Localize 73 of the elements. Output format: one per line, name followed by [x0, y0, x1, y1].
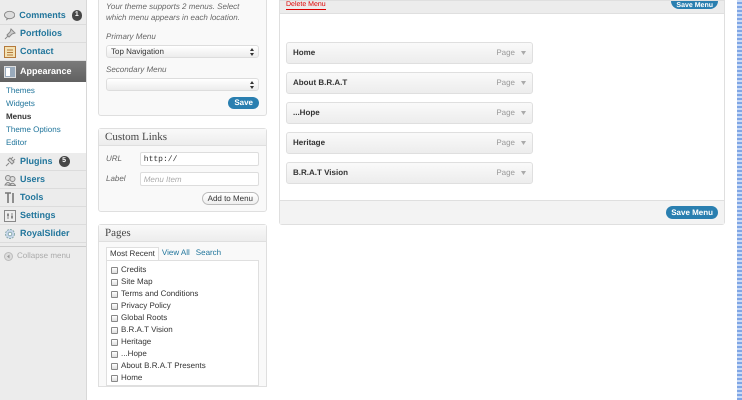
item-type: Page: [496, 77, 515, 89]
page-label: Home: [121, 372, 142, 384]
locations-note: Your theme supports 2 menus. Select which menu appears in each location.: [106, 1, 241, 23]
appearance-icon: [4, 66, 16, 78]
users-icon: [4, 174, 16, 186]
item-type: Page: [496, 167, 515, 179]
select-arrows-icon: [250, 80, 254, 88]
page-label: Heritage: [121, 336, 152, 348]
submenu-link[interactable]: Themes: [0, 85, 86, 98]
save-button[interactable]: Save: [228, 97, 259, 109]
form-icon: [4, 46, 16, 58]
pages-tab[interactable]: Search: [192, 247, 224, 260]
save-menu-button[interactable]: Save Menu: [666, 206, 718, 219]
dropdown-arrow-icon[interactable]: [521, 111, 526, 115]
item-type: Page: [496, 107, 515, 119]
sidebar-item[interactable]: Settings: [0, 207, 86, 225]
checkbox[interactable]: [111, 314, 118, 322]
submenu-link[interactable]: Menus: [0, 111, 86, 124]
page-label: Terms and Conditions: [121, 288, 198, 300]
speech-bubble-icon: [4, 10, 16, 21]
dropdown-arrow-icon[interactable]: [521, 51, 526, 55]
menu-item-bar[interactable]: B.R.A.T Vision Page: [286, 162, 533, 184]
panel-title: Pages: [99, 225, 266, 242]
page-label: B.R.A.T Vision: [121, 324, 173, 336]
menu-item-bar[interactable]: Home Page: [286, 42, 533, 64]
submenu-link[interactable]: Widgets: [0, 98, 86, 111]
page-label: Privacy Policy: [121, 300, 171, 312]
dropdown-arrow-icon[interactable]: [521, 141, 526, 145]
field-label: Label: [106, 173, 127, 185]
checkbox[interactable]: [111, 278, 118, 286]
panel-title: Custom Links: [99, 129, 266, 146]
checkbox[interactable]: [111, 290, 118, 298]
gear-icon: [4, 228, 16, 240]
checkbox[interactable]: [111, 326, 118, 334]
checkbox[interactable]: [111, 338, 118, 346]
sidebar-item[interactable]: RoyalSlider: [0, 225, 86, 243]
submenu-link[interactable]: Editor: [0, 137, 86, 150]
settings-icon: [4, 210, 16, 222]
dropdown-arrow-icon[interactable]: [521, 171, 526, 175]
page-label: Site Map: [121, 276, 153, 288]
menu-select[interactable]: Top Navigation: [106, 45, 259, 58]
checkbox[interactable]: [111, 362, 118, 370]
checkbox[interactable]: [111, 302, 118, 310]
add-to-menu-button[interactable]: Add to Menu: [202, 192, 259, 205]
page-label: ...Hope: [121, 348, 147, 360]
label-field[interactable]: Menu Item: [140, 172, 259, 186]
pages-tab[interactable]: View All: [158, 247, 193, 260]
checkbox[interactable]: [111, 266, 118, 274]
sidebar-item[interactable]: Users: [0, 171, 86, 189]
sidebar-item[interactable]: Portfolios: [0, 25, 86, 43]
select-arrows-icon: [250, 48, 254, 56]
pushpin-icon: [4, 28, 16, 40]
page-label: About B.R.A.T Presents: [121, 360, 206, 372]
field-label: Secondary Menu: [106, 64, 168, 76]
url-field[interactable]: http://: [140, 152, 259, 166]
field-label: URL: [106, 153, 124, 165]
field-label: Primary Menu: [106, 31, 157, 43]
page-label: Credits: [121, 264, 146, 276]
plug-icon: [4, 156, 16, 168]
menu-item-bar[interactable]: ...Hope Page: [286, 102, 533, 124]
menu-item-bar[interactable]: Heritage Page: [286, 132, 533, 154]
submenu-link[interactable]: Theme Options: [0, 124, 86, 137]
item-type: Page: [496, 137, 515, 149]
dropdown-arrow-icon[interactable]: [521, 81, 526, 85]
checkbox[interactable]: [111, 374, 118, 382]
page-label: Global Roots: [121, 312, 168, 324]
tools-icon: [4, 192, 16, 204]
pages-tab[interactable]: Most Recent: [106, 247, 159, 260]
sidebar-item[interactable]: Tools: [0, 189, 86, 207]
menu-item-bar[interactable]: About B.R.A.T Page: [286, 72, 533, 94]
checkbox[interactable]: [111, 350, 118, 358]
sidebar-item[interactable]: Appearance: [0, 61, 86, 82]
item-type: Page: [496, 47, 515, 59]
